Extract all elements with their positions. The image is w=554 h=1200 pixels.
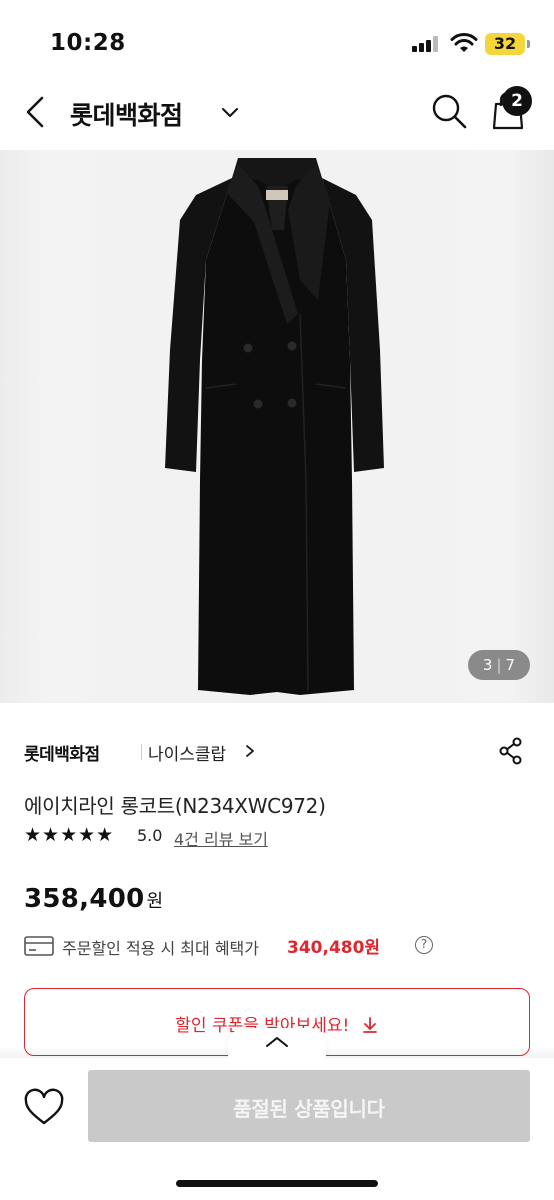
brand-name[interactable]: 롯데백화점 — [24, 740, 100, 765]
rating-row: ★★★★★ 5.0 4건 리뷰 보기 — [24, 824, 424, 850]
heart-icon[interactable] — [22, 1086, 66, 1130]
benefit-row: 주문할인 적용 시 최대 혜택가 340,480원 ? — [24, 932, 524, 960]
price-row: 358,400 원 — [24, 884, 163, 914]
image-counter: 3 | 7 — [468, 650, 530, 680]
status-bar: 10:28 32 — [0, 0, 554, 80]
bottom-action-bar: 품절된 상품입니다 — [0, 1058, 554, 1200]
back-arrow-icon[interactable] — [16, 92, 56, 132]
battery-icon: 32 — [485, 33, 530, 55]
download-arrow-icon — [362, 1017, 377, 1033]
product-image — [165, 158, 384, 695]
price: 358,400 — [24, 884, 145, 914]
signal-icon — [412, 36, 440, 52]
sold-out-label: 품절된 상품입니다 — [233, 1097, 385, 1121]
wifi-icon — [450, 33, 478, 52]
home-indicator[interactable] — [176, 1180, 378, 1187]
collapse-handle[interactable] — [228, 1028, 326, 1060]
cart-count-badge: 2 — [502, 86, 532, 116]
image-counter-separator: | — [496, 656, 502, 674]
sold-out-button[interactable]: 품절된 상품입니다 — [88, 1070, 530, 1142]
price-unit: 원 — [146, 891, 164, 912]
status-time: 10:28 — [50, 30, 126, 56]
credit-card-icon — [24, 936, 54, 956]
chevron-down-icon[interactable] — [218, 100, 242, 124]
shop-link[interactable]: 나이스클랍 — [148, 740, 226, 765]
benefit-price: 340,480원 — [287, 938, 381, 958]
image-counter-current: 3 — [482, 656, 493, 674]
star-rating-icon: ★★★★★ — [24, 824, 115, 846]
benefit-text: 주문할인 적용 시 최대 혜택가 — [62, 939, 259, 958]
top-nav: 롯데백화점 2 — [0, 80, 554, 148]
product-name: 에이치라인 롱코트(N234XWC972) — [24, 794, 326, 818]
store-title[interactable]: 롯데백화점 — [70, 96, 183, 132]
brand-divider — [141, 744, 142, 760]
image-counter-total: 7 — [505, 656, 516, 674]
product-image-gallery[interactable]: 3 | 7 — [0, 150, 554, 703]
chevron-up-icon — [266, 1037, 288, 1047]
review-link[interactable]: 4건 리뷰 보기 — [174, 826, 268, 850]
chevron-right-icon[interactable] — [243, 743, 257, 759]
help-icon[interactable]: ? — [415, 936, 433, 954]
search-icon[interactable] — [428, 90, 470, 132]
share-icon[interactable] — [496, 736, 526, 766]
brand-row: 롯데백화점 나이스클랍 — [24, 736, 524, 766]
rating-score: 5.0 — [137, 826, 163, 845]
